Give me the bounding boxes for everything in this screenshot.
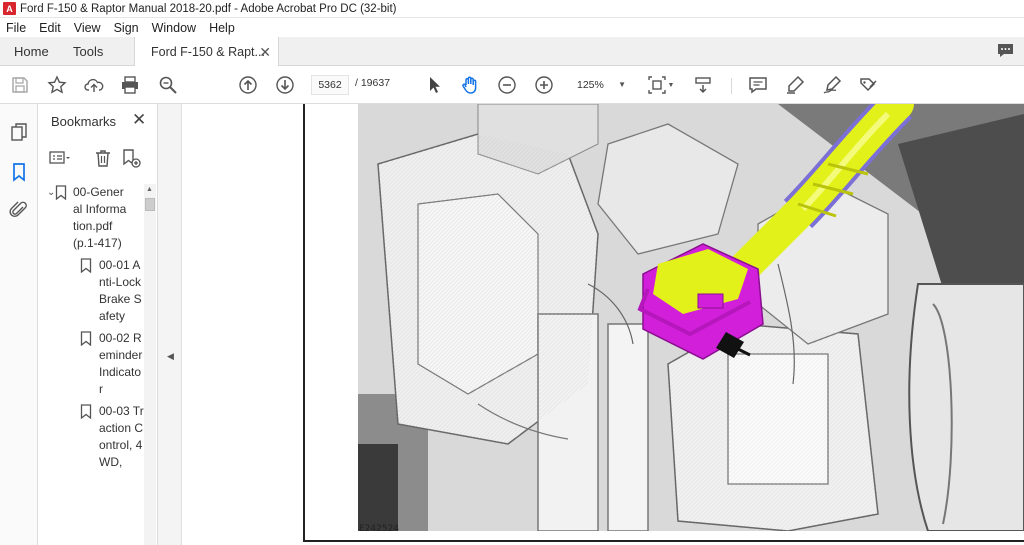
bookmarks-scrollbar[interactable]: ▲ xyxy=(144,184,156,545)
title-bar: A Ford F-150 & Raptor Manual 2018-20.pdf… xyxy=(0,0,1024,18)
bookmark-label: 00-01 Anti-Lock Brake Safety xyxy=(99,258,142,323)
arrow-up-icon[interactable] xyxy=(238,75,258,95)
figure-label: E242524 xyxy=(359,524,400,534)
menu-bar: File Edit View Sign Window Help xyxy=(0,18,1024,37)
page-thumbnails-icon[interactable] xyxy=(9,122,29,142)
toolbar: 5362 / 19637 125% ▼ ▼ xyxy=(0,66,1024,104)
engine-connector-illustration xyxy=(358,104,1024,531)
document-view[interactable]: E242524 xyxy=(182,104,1024,545)
trash-icon[interactable] xyxy=(93,148,113,168)
page-number-input[interactable]: 5362 xyxy=(311,75,349,95)
select-pointer-icon[interactable] xyxy=(424,75,444,95)
menu-sign[interactable]: Sign xyxy=(114,21,139,35)
bookmark-item-general-information[interactable]: ⌄ 00-General Information.pdf (p.1-417) xyxy=(38,184,146,252)
scrollbar-thumb[interactable] xyxy=(145,198,155,211)
expand-caret-icon[interactable]: ⌄ xyxy=(38,184,55,201)
attachment-icon[interactable] xyxy=(9,200,29,220)
new-bookmark-icon[interactable] xyxy=(121,148,141,168)
bookmark-label: 00-03 Traction Control, 4WD, xyxy=(99,404,144,469)
bookmark-ribbon-icon xyxy=(55,185,67,200)
hand-tool-icon[interactable] xyxy=(460,75,480,95)
collapse-arrow-icon[interactable]: ◀ xyxy=(167,351,174,362)
scroll-up-arrow-icon[interactable]: ▲ xyxy=(146,186,153,193)
tab-tools[interactable]: Tools xyxy=(73,37,103,66)
sign-icon[interactable] xyxy=(822,75,842,95)
arrow-down-icon[interactable] xyxy=(275,75,295,95)
highlight-pen-icon[interactable] xyxy=(785,75,805,95)
pdf-app-icon: A xyxy=(3,2,16,15)
bookmark-ribbon-icon xyxy=(80,331,92,346)
menu-help[interactable]: Help xyxy=(209,21,235,35)
comment-bubble-icon[interactable] xyxy=(997,43,1014,58)
bookmark-icon[interactable] xyxy=(9,162,29,182)
window-title: Ford F-150 & Raptor Manual 2018-20.pdf -… xyxy=(20,2,397,15)
tab-bar: Home Tools Ford F-150 & Rapt... ✕ xyxy=(0,37,1024,67)
bookmark-ribbon-icon xyxy=(80,404,92,419)
bookmark-item-anti-lock[interactable]: 00-01 Anti-Lock Brake Safety xyxy=(38,257,146,325)
bookmark-label: 00-02 Reminder Indicator xyxy=(99,331,143,396)
page-total: / 19637 xyxy=(355,77,391,89)
bookmark-options-icon[interactable] xyxy=(49,148,71,168)
star-icon[interactable] xyxy=(47,75,67,95)
toolbar-divider xyxy=(731,78,732,94)
bookmark-item-traction[interactable]: 00-03 Traction Control, 4WD, xyxy=(38,403,146,471)
zoom-value: 125% xyxy=(577,79,604,91)
page-fit-caret-icon[interactable]: ▼ xyxy=(666,75,676,95)
zoom-dropdown[interactable]: 125% ▼ xyxy=(570,75,630,95)
bookmarks-panel: Bookmarks ✕ ⌄ 00-General Information.pdf… xyxy=(38,104,158,545)
left-rail xyxy=(0,104,38,545)
tab-close-button[interactable]: ✕ xyxy=(259,44,271,61)
bookmark-list: ⌄ 00-General Information.pdf (p.1-417) 0… xyxy=(38,184,146,471)
panel-collapse-strip[interactable]: ◀ xyxy=(158,104,182,545)
menu-edit[interactable]: Edit xyxy=(39,21,61,35)
zoom-in-icon[interactable] xyxy=(534,75,554,95)
menu-view[interactable]: View xyxy=(74,21,101,35)
upload-cloud-icon[interactable] xyxy=(84,75,104,95)
scroll-mode-icon[interactable] xyxy=(693,75,713,95)
page-fit-icon[interactable] xyxy=(647,75,667,95)
menu-file[interactable]: File xyxy=(6,21,26,35)
save-icon[interactable] xyxy=(10,75,30,95)
tab-document[interactable]: Ford F-150 & Rapt... ✕ xyxy=(134,37,279,67)
bookmarks-title: Bookmarks xyxy=(51,114,117,129)
tab-home[interactable]: Home xyxy=(14,37,49,66)
comment-icon[interactable] xyxy=(748,75,768,95)
menu-window[interactable]: Window xyxy=(152,21,196,35)
zoom-search-icon[interactable] xyxy=(158,75,178,95)
fill-sign-icon[interactable] xyxy=(858,75,878,95)
bookmark-item-reminder[interactable]: 00-02 Reminder Indicator xyxy=(38,330,146,398)
tab-document-label: Ford F-150 & Rapt... xyxy=(151,45,265,59)
bookmarks-close-button[interactable]: ✕ xyxy=(132,110,146,130)
zoom-out-icon[interactable] xyxy=(497,75,517,95)
bookmark-ribbon-icon xyxy=(80,258,92,273)
chevron-down-icon: ▼ xyxy=(618,80,626,89)
print-icon[interactable] xyxy=(120,75,140,95)
bookmark-label: 00-General Information.pdf (p.1-417) xyxy=(73,185,127,250)
